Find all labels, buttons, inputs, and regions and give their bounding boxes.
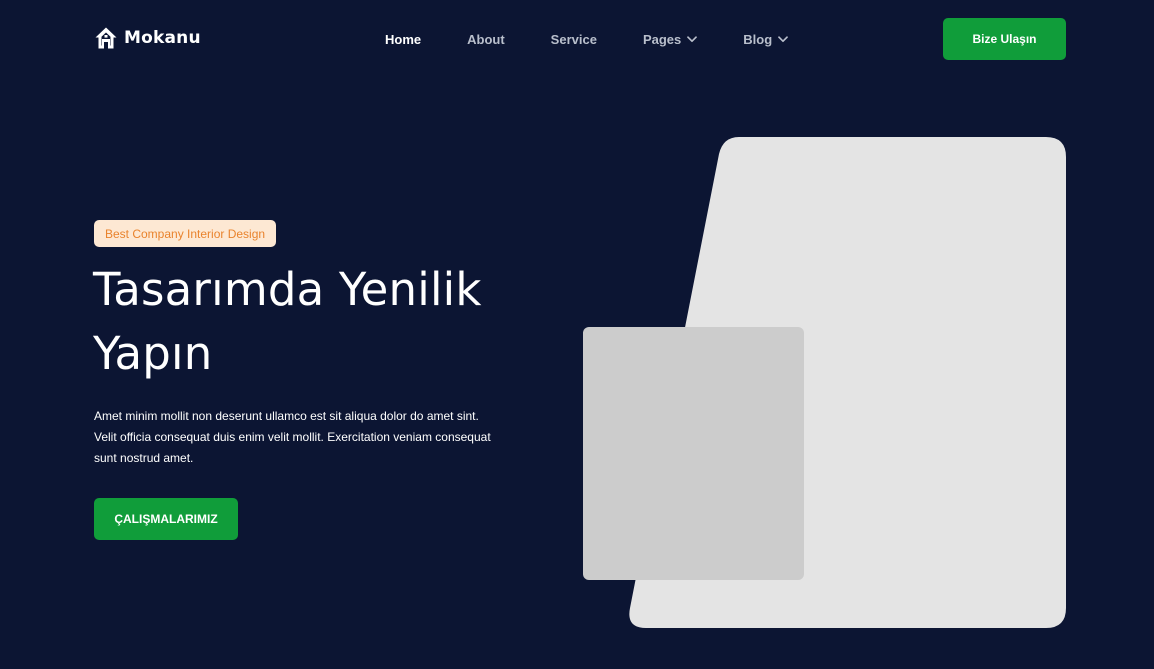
nav-item-label: Pages (642, 31, 682, 47)
nav-item-label: Home (385, 31, 422, 47)
nav-item-label: Service (550, 31, 597, 47)
nav-item-pages[interactable]: Pages (642, 31, 698, 47)
hero-title: Tasarımda Yenilik Yapın (93, 263, 482, 380)
nav-item-about[interactable]: About (467, 32, 505, 47)
main-nav: Home About Service Pages Blog (385, 30, 788, 48)
nav-item-label: About (467, 31, 505, 47)
brand-logo[interactable]: Mokanu (94, 26, 201, 50)
nav-item-home[interactable]: Home (385, 32, 421, 47)
home-icon (95, 27, 117, 49)
hero-description: Amet minim mollit non deserunt ullamco e… (94, 409, 491, 465)
nav-item-blog[interactable]: Blog (743, 32, 788, 47)
nav-item-label: Blog (743, 31, 773, 47)
landing-page: Mokanu Home About Service Pages Blog Biz… (0, 0, 1154, 669)
hero-image-small (583, 327, 804, 580)
nav-item-service[interactable]: Service (551, 32, 597, 47)
contact-button[interactable]: Bize Ulaşın (943, 18, 1066, 60)
hero-badge: Best Company Interior Design (94, 220, 277, 247)
chevron-down-icon (687, 35, 698, 42)
chevron-down-icon (778, 35, 788, 42)
portfolio-button[interactable]: ÇALIŞMALARIMIZ (94, 498, 238, 540)
brand-name: Mokanu (124, 28, 201, 48)
